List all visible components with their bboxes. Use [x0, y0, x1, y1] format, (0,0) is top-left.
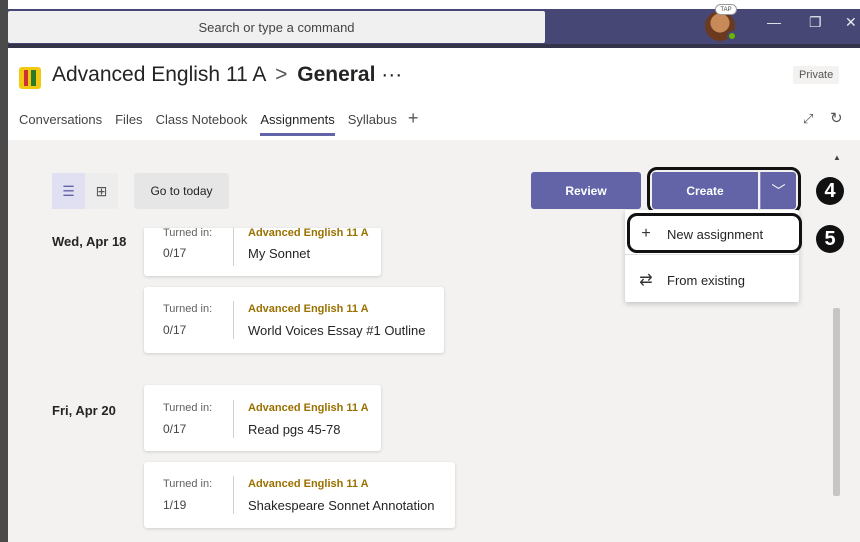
turned-in-count: 1/19: [163, 498, 187, 512]
view-toggle: ☰ ⊞: [52, 173, 118, 209]
restore-button[interactable]: ❐: [809, 14, 822, 31]
tab-conversations[interactable]: Conversations: [19, 112, 102, 127]
turned-in-label: Turned in:: [163, 478, 213, 490]
step-badge-5: 5: [816, 225, 844, 253]
add-tab-icon[interactable]: +: [408, 109, 419, 127]
channel-name: General: [297, 63, 376, 86]
card-divider: [233, 301, 234, 339]
presence-status-icon: [727, 31, 737, 41]
window-left-edge: [0, 0, 8, 542]
date-heading: Fri, Apr 20: [52, 403, 116, 418]
step-badge-4: 4: [816, 177, 844, 205]
assignment-name: Shakespeare Sonnet Annotation: [248, 498, 435, 513]
review-button[interactable]: Review: [531, 172, 641, 209]
assignment-name: World Voices Essay #1 Outline: [248, 323, 426, 338]
expand-icon[interactable]: ⤢: [803, 111, 813, 127]
assignment-card[interactable]: Turned in: 0/17 Advanced English 11 A My…: [144, 227, 381, 276]
create-highlight: [647, 167, 801, 214]
tab-assignments[interactable]: Assignments: [260, 112, 336, 136]
channel-tabs: Conversations Files Class Notebook Assig…: [19, 109, 431, 136]
class-label: Advanced English 11 A: [248, 227, 369, 239]
turned-in-label: Turned in:: [163, 303, 213, 315]
list-view-icon[interactable]: ☰: [52, 173, 85, 209]
turned-in-count: 0/17: [163, 323, 187, 337]
turned-in-label: Turned in:: [163, 227, 213, 239]
assignment-card[interactable]: Turned in: 1/19 Advanced English 11 A Sh…: [144, 462, 455, 528]
turned-in-label: Turned in:: [163, 402, 213, 414]
scrollbar-thumb[interactable]: [833, 308, 840, 496]
assignment-card[interactable]: Turned in: 0/17 Advanced English 11 A Wo…: [144, 287, 444, 353]
new-assignment-highlight: [627, 213, 802, 253]
class-label: Advanced English 11 A: [248, 303, 369, 315]
grid-view-icon[interactable]: ⊞: [85, 173, 118, 209]
turned-in-count: 0/17: [163, 246, 187, 260]
tab-class-notebook[interactable]: Class Notebook: [156, 112, 248, 127]
more-options-icon[interactable]: ···: [381, 63, 402, 86]
tab-files[interactable]: Files: [115, 112, 142, 127]
go-to-today-button[interactable]: Go to today: [134, 173, 229, 209]
tab-syllabus[interactable]: Syllabus: [348, 112, 397, 127]
class-team-icon: [19, 67, 41, 89]
refresh-icon[interactable]: ↻: [830, 109, 843, 127]
assignment-name: Read pgs 45-78: [248, 422, 341, 437]
turned-in-count: 0/17: [163, 422, 187, 436]
scroll-up-icon[interactable]: ▲: [833, 153, 841, 162]
privacy-badge: Private: [793, 66, 840, 84]
search-input[interactable]: Search or type a command: [8, 11, 545, 43]
copy-from-existing-icon: ⇄: [639, 272, 653, 289]
card-divider: [233, 476, 234, 514]
breadcrumb-separator: >: [275, 63, 288, 86]
assignment-name: My Sonnet: [248, 246, 311, 261]
card-divider: [233, 228, 234, 266]
menu-item-from-existing[interactable]: ⇄ From existing: [625, 261, 799, 299]
date-heading: Wed, Apr 18: [52, 234, 127, 249]
team-name: Advanced English 11 A: [52, 63, 266, 86]
menu-divider: [625, 254, 799, 255]
class-label: Advanced English 11 A: [248, 402, 369, 414]
card-divider: [233, 400, 234, 438]
title-bar-border: [8, 44, 860, 48]
minimize-button[interactable]: —: [767, 14, 781, 30]
channel-title: Advanced English 11 A > General ···: [52, 63, 402, 87]
assignment-card[interactable]: Turned in: 0/17 Advanced English 11 A Re…: [144, 385, 381, 451]
class-label: Advanced English 11 A: [248, 478, 369, 490]
avatar-badge: TAP: [715, 4, 737, 15]
close-button[interactable]: ✕: [845, 14, 857, 31]
menu-item-label: From existing: [667, 272, 746, 288]
